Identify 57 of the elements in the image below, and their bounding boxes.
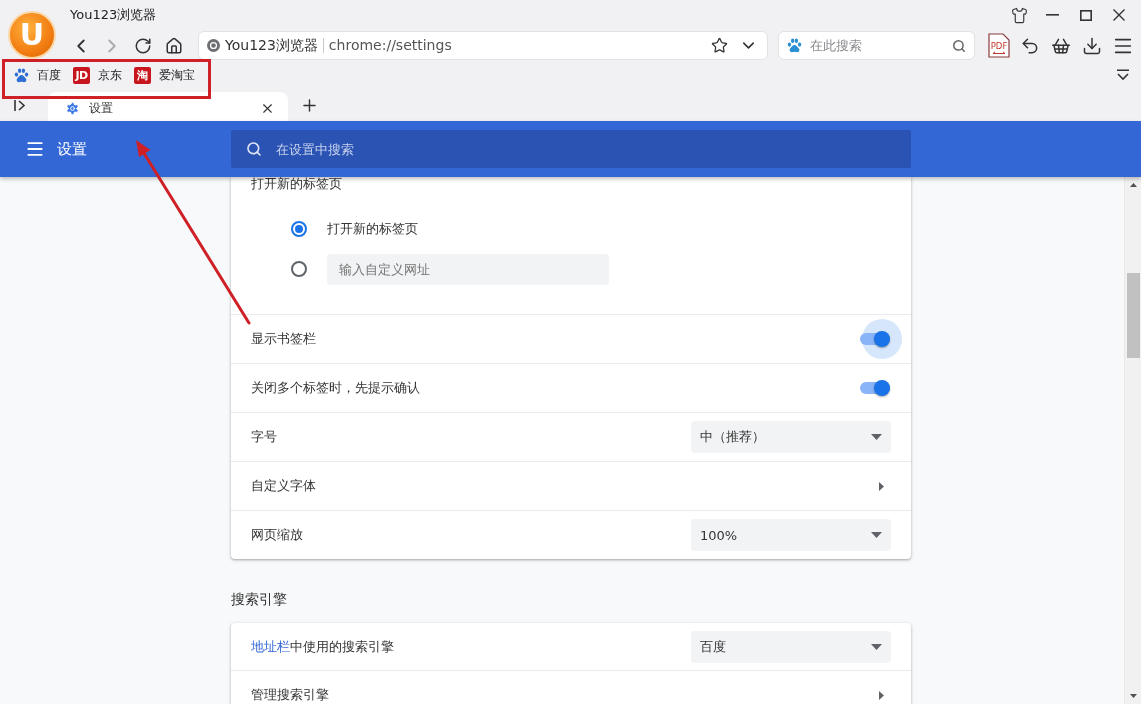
setting-label: 关闭多个标签时，先提示确认 [251,379,420,397]
gear-icon [65,101,80,116]
maximize-icon [1079,9,1092,21]
caret-down-icon [871,434,882,440]
settings-search-field[interactable]: 在设置中搜索 [231,130,911,168]
home-icon [164,36,183,55]
option-label: 打开新的标签页 [327,220,418,238]
bookmark-item[interactable]: JD 京东 [73,66,122,84]
search-icon [952,38,966,53]
bookmark-item[interactable]: 淘 爱淘宝 [134,66,195,84]
close-icon [1112,9,1125,21]
caret-right-icon [879,690,884,700]
menu-icon [25,139,45,159]
round-logo-icon [207,39,220,52]
app-logo: U [8,11,56,59]
reload-icon [133,36,152,55]
caret-down-icon [871,532,882,538]
chevron-down-bar-icon [1116,69,1130,81]
sidebar-chevron-icon [14,99,26,111]
site-name: You123浏览器 [225,36,318,55]
scrollbar[interactable] [1124,177,1141,704]
caret-right-icon [879,481,884,491]
setting-label: 显示书签栏 [251,330,316,348]
paw-icon [14,67,29,83]
window-title: You123浏览器 [70,6,157,24]
select-dropdown[interactable]: 百度 [691,630,891,663]
site-logo-badge: JD [73,66,90,84]
scrollbar-thumb[interactable] [1126,273,1140,358]
search-field[interactable]: 在此搜索 [778,31,975,60]
scroll-up-icon[interactable] [1129,183,1137,187]
paw-icon [787,38,802,53]
address-bar-link[interactable]: 地址栏 [251,638,290,654]
select-dropdown[interactable]: 中（推荐） [691,421,891,453]
section-label: 打开新的标签页 [251,177,343,191]
setting-label: 管理搜索引擎 [251,686,329,704]
radio-button[interactable] [291,261,307,277]
url-input-field[interactable]: 输入自定义网址 [327,253,609,285]
browser-tab[interactable]: 设置 [48,92,288,121]
download-icon [1081,35,1102,56]
setting-label: 地址栏中使用的搜索引擎 [251,637,394,656]
caret-down-icon [871,643,882,650]
url-text: chrome://settings [322,38,452,53]
radio-button[interactable] [291,221,307,237]
shirt-icon [1011,6,1028,24]
scroll-down-icon[interactable] [1129,694,1137,698]
setting-label: 自定义字体 [251,477,316,495]
setting-label: 网页缩放 [251,526,303,544]
setting-label: 字号 [251,428,277,446]
page-title: 设置 [57,139,87,159]
site-logo-badge: 淘 [134,66,151,84]
select-dropdown[interactable]: 100% [691,519,891,551]
address-bar[interactable]: You123浏览器 chrome://settings [198,31,768,60]
search-icon [246,141,262,157]
section-heading: 搜索引擎 [231,590,288,609]
bookmark-item[interactable]: 百度 [14,66,61,84]
star-icon [711,37,728,54]
minimize-icon [1046,14,1059,16]
